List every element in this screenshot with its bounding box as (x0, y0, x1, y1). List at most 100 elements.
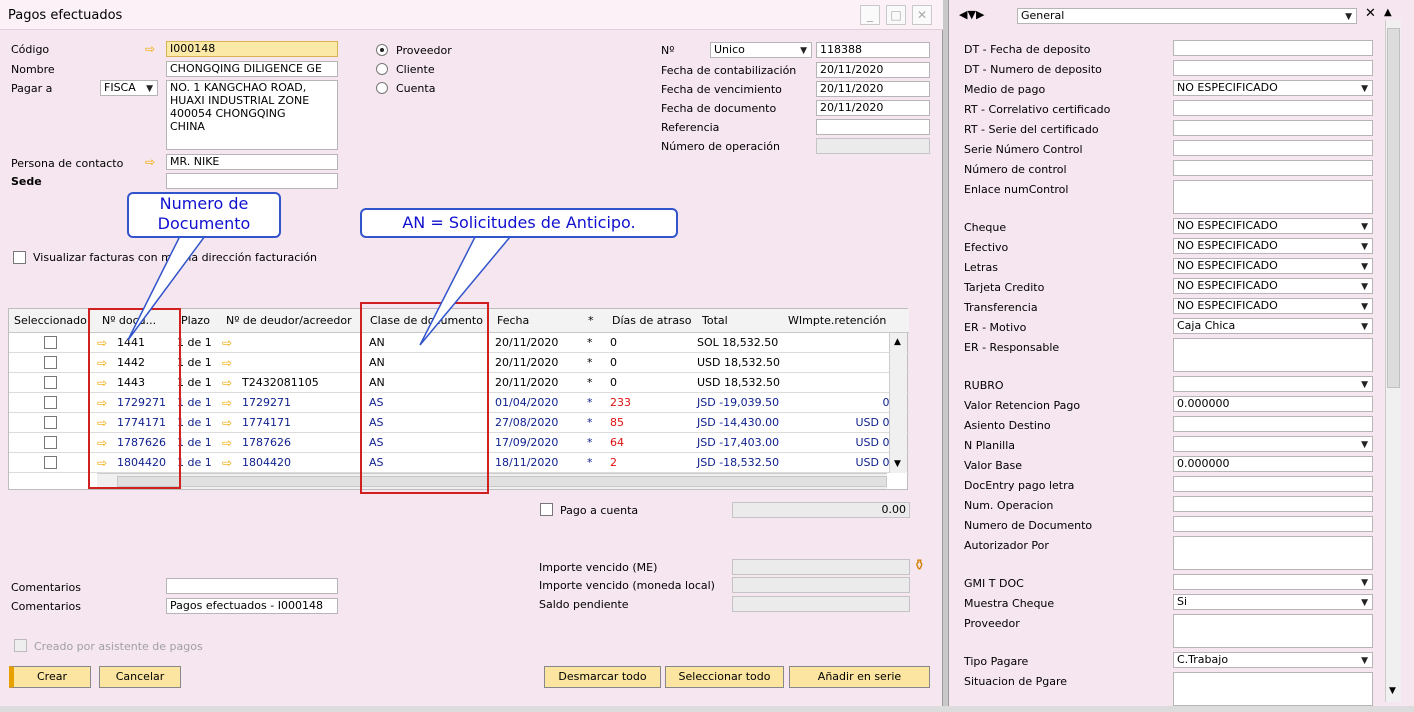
field-input[interactable] (1173, 536, 1373, 570)
category-select[interactable]: General (1017, 8, 1357, 24)
field-input[interactable] (1173, 120, 1373, 136)
row-select-checkbox[interactable] (44, 456, 57, 469)
dias-cell: 64 (610, 436, 624, 449)
link-arrow-icon[interactable]: ⇨ (222, 457, 238, 469)
star-cell: * (587, 456, 593, 469)
field-label: DocEntry pago letra (964, 479, 1075, 492)
row-select-checkbox[interactable] (44, 436, 57, 449)
currency-icon[interactable]: ⚱ (913, 556, 926, 574)
field-input[interactable] (1173, 60, 1373, 76)
importe-me-field[interactable] (732, 559, 910, 575)
field-input[interactable] (1173, 476, 1373, 492)
field-select[interactable] (1173, 376, 1373, 392)
field-label: Asiento Destino (964, 419, 1051, 432)
last-icon[interactable]: ▶ (976, 8, 984, 21)
panel-scroll-up-icon[interactable]: ▲ (1384, 7, 1392, 18)
field-input[interactable] (1173, 100, 1373, 116)
field-select[interactable]: Si (1173, 594, 1373, 610)
saldo-label: Saldo pendiente (539, 598, 629, 611)
field-label: Valor Base (964, 459, 1023, 472)
field-input[interactable] (1173, 160, 1373, 176)
field-label: Situacion de Pgare (964, 675, 1068, 688)
panel-scroll-down-icon[interactable]: ▼ (1389, 686, 1396, 696)
field-select[interactable]: NO ESPECIFICADO (1173, 238, 1373, 254)
next-icon[interactable]: ▼ (967, 8, 975, 21)
retencion-cell: USD 0.00 (855, 456, 908, 469)
field-select[interactable]: NO ESPECIFICADO (1173, 278, 1373, 294)
field-select[interactable]: NO ESPECIFICADO (1173, 298, 1373, 314)
field-input[interactable] (1173, 338, 1373, 372)
plazo-cell: 1 de 1 (177, 436, 212, 449)
link-arrow-icon[interactable]: ⇨ (222, 437, 238, 449)
field-input[interactable] (1173, 672, 1373, 706)
field-label: DT - Numero de deposito (964, 63, 1102, 76)
seleccionar-button[interactable]: Seleccionar todo (665, 666, 784, 688)
comentarios-field[interactable] (166, 578, 338, 594)
pago-cuenta-checkbox[interactable] (540, 503, 553, 516)
crear-button[interactable]: Crear (9, 666, 91, 688)
field-input[interactable]: 0.000000 (1173, 456, 1373, 472)
field-select[interactable]: NO ESPECIFICADO (1173, 258, 1373, 274)
field-label: Autorizador Por (964, 539, 1049, 552)
link-arrow-icon[interactable]: ⇨ (222, 377, 238, 389)
link-arrow-icon[interactable]: ⇨ (222, 397, 238, 409)
horizontal-scroll-thumb[interactable] (117, 476, 887, 487)
field-input[interactable] (1173, 496, 1373, 512)
field-label: N Planilla (964, 439, 1016, 452)
field-input[interactable] (1173, 516, 1373, 532)
cancelar-button[interactable]: Cancelar (99, 666, 181, 688)
dias-cell: 2 (610, 456, 617, 469)
field-label: Número de control (964, 163, 1067, 176)
row-select-checkbox[interactable] (44, 396, 57, 409)
field-select[interactable]: C.Trabajo (1173, 652, 1373, 668)
creado-checkbox[interactable] (14, 639, 27, 652)
nav-arrows[interactable]: ◀▼▶ (959, 8, 984, 21)
pago-cuenta-field[interactable]: 0.00 (732, 502, 910, 518)
field-input[interactable] (1173, 416, 1373, 432)
desmarcar-button[interactable]: Desmarcar todo (544, 666, 661, 688)
anadir-button[interactable]: Añadir en serie (789, 666, 930, 688)
field-label: Medio de pago (964, 83, 1046, 96)
saldo-field[interactable] (732, 596, 910, 612)
deudor-cell: 1804420 (242, 456, 291, 469)
importe-ml-field[interactable] (732, 577, 910, 593)
field-select[interactable] (1173, 436, 1373, 452)
field-input[interactable]: 0.000000 (1173, 396, 1373, 412)
link-arrow-icon[interactable]: ⇨ (222, 417, 238, 429)
field-select[interactable]: NO ESPECIFICADO (1173, 80, 1373, 96)
panel-scroll-thumb[interactable] (1387, 28, 1400, 388)
panel-scrollbar[interactable]: ▼ (1385, 20, 1401, 702)
row-select-checkbox[interactable] (44, 416, 57, 429)
field-label: Valor Retencion Pago (964, 399, 1081, 412)
plazo-cell: 1 de 1 (177, 416, 212, 429)
user-fields-panel: ◀▼▶ General ✕ ▲ DT - Fecha de deposito DT… (948, 0, 1414, 706)
field-select[interactable] (1173, 574, 1373, 590)
field-select[interactable]: Caja Chica (1173, 318, 1373, 334)
fecha-cell: 01/04/2020 (495, 396, 559, 409)
field-label: RUBRO (964, 379, 1004, 392)
field-input[interactable] (1173, 180, 1373, 214)
total-cell: JSD -17,403.00 (697, 436, 780, 449)
fecha-cell: 20/11/2020 (495, 376, 559, 389)
field-select[interactable]: NO ESPECIFICADO (1173, 218, 1373, 234)
field-label: Transferencia (964, 301, 1038, 314)
dias-cell: 233 (610, 396, 631, 409)
close-panel-icon[interactable]: ✕ (1365, 6, 1376, 21)
field-input[interactable] (1173, 614, 1373, 648)
importe-ml-label: Importe vencido (moneda local) (539, 579, 715, 592)
scroll-down-icon[interactable]: ▼ (894, 459, 901, 469)
field-input[interactable] (1173, 140, 1373, 156)
row-select-checkbox[interactable] (44, 376, 57, 389)
star-cell: * (587, 376, 593, 389)
retencion-cell: 0.00 (779, 396, 908, 409)
field-label: Serie Número Control (964, 143, 1083, 156)
retencion-cell: USD 0.00 (855, 416, 908, 429)
field-label: Muestra Cheque (964, 597, 1055, 610)
field-label: Efectivo (964, 241, 1009, 254)
field-input[interactable] (1173, 40, 1373, 56)
horizontal-scrollbar[interactable] (97, 473, 887, 489)
total-cell: JSD -19,039.50 (697, 396, 780, 409)
plazo-cell: 1 de 1 (177, 376, 212, 389)
comentarios2-field[interactable]: Pagos efectuados - I000148 (166, 598, 338, 614)
field-label: GMI T DOC (964, 577, 1024, 590)
